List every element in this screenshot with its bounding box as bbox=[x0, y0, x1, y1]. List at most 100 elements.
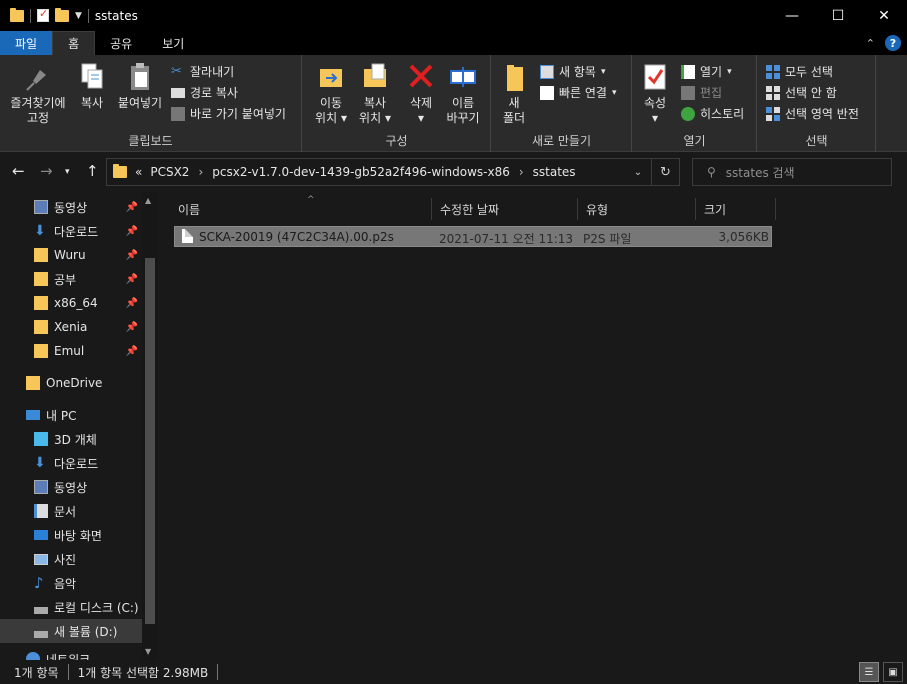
nav-label: 음악 bbox=[54, 576, 77, 591]
cut-button[interactable]: ✂ 잘라내기 bbox=[171, 63, 234, 80]
search-input[interactable]: ⚲ sstates 검색 bbox=[692, 158, 892, 186]
nav-label: x86_64 bbox=[54, 296, 98, 310]
breadcrumb-pcsx2-folder[interactable]: pcsx2-v1.7.0-dev-1439-gb52a2f496-windows… bbox=[212, 165, 510, 179]
scroll-up-icon[interactable]: ▲ bbox=[145, 196, 151, 205]
open-button[interactable]: 열기 ▾ bbox=[681, 63, 732, 80]
paste-shortcut-button[interactable]: 바로 가기 붙여넣기 bbox=[171, 105, 286, 122]
copy-path-button[interactable]: 경로 복사 bbox=[171, 84, 238, 101]
column-header-modified[interactable]: 수정한 날짜 bbox=[432, 198, 578, 220]
nav-item-pc-downloads[interactable]: ⬇ 다운로드 bbox=[0, 451, 142, 475]
tab-view[interactable]: 보기 bbox=[147, 31, 199, 55]
new-item-button[interactable]: 새 항목 ▾ bbox=[540, 63, 605, 80]
pin-quick-access-button[interactable]: 즐겨찾기에 고정 bbox=[6, 61, 70, 126]
nav-label: 동영상 bbox=[54, 480, 88, 495]
up-arrow-icon[interactable]: ↑ bbox=[86, 162, 99, 180]
delete-icon bbox=[406, 61, 436, 93]
folder-icon bbox=[34, 296, 48, 310]
pin-icon[interactable]: 📌 bbox=[126, 250, 138, 261]
recent-locations-chevron-icon[interactable]: ▾ bbox=[65, 167, 70, 177]
nav-item-videos[interactable]: 동영상 📌 bbox=[0, 195, 142, 219]
select-none-button[interactable]: 선택 안 함 bbox=[766, 84, 837, 101]
paste-button[interactable]: 붙여넣기 bbox=[114, 61, 166, 111]
table-row[interactable]: SCKA-20019 (47C2C34A).00.p2s 2021-07-11 … bbox=[174, 226, 772, 247]
scroll-down-icon[interactable]: ▼ bbox=[145, 647, 151, 656]
move-to-button[interactable]: 이동 위치 ▾ bbox=[309, 61, 353, 126]
nav-item-documents[interactable]: 문서 bbox=[0, 499, 142, 523]
scroll-thumb[interactable] bbox=[145, 258, 155, 624]
column-header-size[interactable]: 크기 bbox=[696, 198, 776, 220]
refresh-icon[interactable]: ↻ bbox=[651, 159, 679, 185]
nav-item-xenia[interactable]: Xenia 📌 bbox=[0, 315, 142, 339]
rename-button[interactable]: 이름 바꾸기 bbox=[441, 61, 485, 126]
nav-item-music[interactable]: ♪ 음악 bbox=[0, 571, 142, 595]
new-folder-icon[interactable] bbox=[55, 7, 69, 22]
select-group: 모두 선택 선택 안 함 선택 영역 반전 선택 bbox=[758, 55, 876, 152]
pin-icon[interactable]: 📌 bbox=[126, 298, 138, 309]
breadcrumb-overflow[interactable]: « bbox=[135, 165, 142, 179]
nav-item-3d-objects[interactable]: 3D 개체 bbox=[0, 427, 142, 451]
new-folder-button[interactable]: 새 폴더 bbox=[498, 61, 530, 126]
nav-label: 3D 개체 bbox=[54, 432, 97, 447]
customize-toolbar-icon[interactable]: ▼ bbox=[75, 11, 82, 21]
copy-path-label: 경로 복사 bbox=[190, 86, 238, 100]
breadcrumb-separator-icon[interactable]: › bbox=[198, 165, 203, 179]
nav-item-emul[interactable]: Emul 📌 bbox=[0, 339, 142, 363]
forward-arrow-icon[interactable]: → bbox=[40, 162, 53, 180]
pin-icon[interactable]: 📌 bbox=[126, 226, 138, 237]
help-icon[interactable]: ? bbox=[885, 35, 901, 51]
breadcrumb-pcsx2[interactable]: PCSX2 bbox=[150, 165, 189, 179]
pin-icon[interactable]: 📌 bbox=[126, 202, 138, 213]
properties-icon[interactable] bbox=[37, 7, 49, 22]
delete-button[interactable]: 삭제 ▾ bbox=[401, 61, 441, 126]
folder-icon bbox=[34, 248, 48, 262]
nav-label: 사진 bbox=[54, 552, 77, 567]
tab-share[interactable]: 공유 bbox=[95, 31, 147, 55]
select-all-label: 모두 선택 bbox=[785, 65, 833, 79]
open-group-label: 열기 bbox=[683, 134, 706, 148]
desktop-icon bbox=[34, 530, 48, 540]
status-bar: 1개 항목 1개 항목 선택함 2.98MB ☰ ▣ bbox=[0, 660, 907, 684]
large-icons-view-icon[interactable]: ▣ bbox=[883, 662, 903, 682]
breadcrumb-sstates[interactable]: sstates bbox=[533, 165, 576, 179]
minimize-button[interactable]: — bbox=[769, 0, 815, 31]
nav-item-onedrive[interactable]: OneDrive bbox=[0, 371, 142, 395]
history-button[interactable]: 히스토리 bbox=[681, 105, 744, 122]
details-view-icon[interactable]: ☰ bbox=[859, 662, 879, 682]
nav-item-network[interactable]: 네트워크 bbox=[0, 647, 142, 660]
nav-item-pc-videos[interactable]: 동영상 bbox=[0, 475, 142, 499]
easy-access-button[interactable]: 빠른 연결 ▾ bbox=[540, 84, 617, 101]
nav-item-study[interactable]: 공부 📌 bbox=[0, 267, 142, 291]
tab-file[interactable]: 파일 bbox=[0, 31, 53, 55]
column-header-name[interactable]: ^ 이름 bbox=[170, 195, 432, 220]
folder-icon bbox=[34, 272, 48, 286]
back-arrow-icon[interactable]: ← bbox=[12, 162, 25, 180]
nav-item-this-pc[interactable]: 내 PC bbox=[0, 403, 142, 427]
file-list: ^ 이름 수정한 날짜 유형 크기 SCKA-20019 (47C2C34A).… bbox=[160, 192, 907, 660]
tab-home[interactable]: 홈 bbox=[52, 31, 96, 55]
address-dropdown-icon[interactable]: ⌄ bbox=[625, 167, 651, 178]
nav-scrollbar[interactable]: ▲ ▼ bbox=[142, 192, 158, 660]
maximize-button[interactable]: ☐ bbox=[815, 0, 861, 31]
address-bar[interactable]: « PCSX2 › pcsx2-v1.7.0-dev-1439-gb52a2f4… bbox=[106, 158, 680, 186]
nav-item-new-volume-d[interactable]: 새 볼륨 (D:) bbox=[0, 619, 142, 643]
nav-item-local-disk-c[interactable]: 로컬 디스크 (C:) bbox=[0, 595, 142, 619]
invert-selection-button[interactable]: 선택 영역 반전 bbox=[766, 105, 859, 122]
select-all-button[interactable]: 모두 선택 bbox=[766, 63, 833, 80]
nav-item-pictures[interactable]: 사진 bbox=[0, 547, 142, 571]
copy-button[interactable]: 복사 bbox=[74, 61, 110, 111]
nav-item-wuru[interactable]: Wuru 📌 bbox=[0, 243, 142, 267]
pin-icon[interactable]: 📌 bbox=[126, 274, 138, 285]
nav-item-downloads[interactable]: ⬇ 다운로드 📌 bbox=[0, 219, 142, 243]
breadcrumb-separator-icon[interactable]: › bbox=[519, 165, 524, 179]
download-icon: ⬇ bbox=[34, 223, 46, 239]
nav-item-x86-64[interactable]: x86_64 📌 bbox=[0, 291, 142, 315]
properties-button[interactable]: 속성 ▾ bbox=[639, 61, 671, 126]
copy-to-button[interactable]: 복사 위치 ▾ bbox=[353, 61, 397, 126]
pin-icon[interactable]: 📌 bbox=[126, 346, 138, 357]
pin-icon[interactable]: 📌 bbox=[126, 322, 138, 333]
close-button[interactable]: ✕ bbox=[861, 0, 907, 31]
nav-item-desktop[interactable]: 바탕 화면 bbox=[0, 523, 142, 547]
chevron-up-icon[interactable]: ⌃ bbox=[866, 37, 875, 50]
clipboard-group-label: 클립보드 bbox=[128, 134, 173, 148]
column-header-type[interactable]: 유형 bbox=[578, 198, 696, 220]
